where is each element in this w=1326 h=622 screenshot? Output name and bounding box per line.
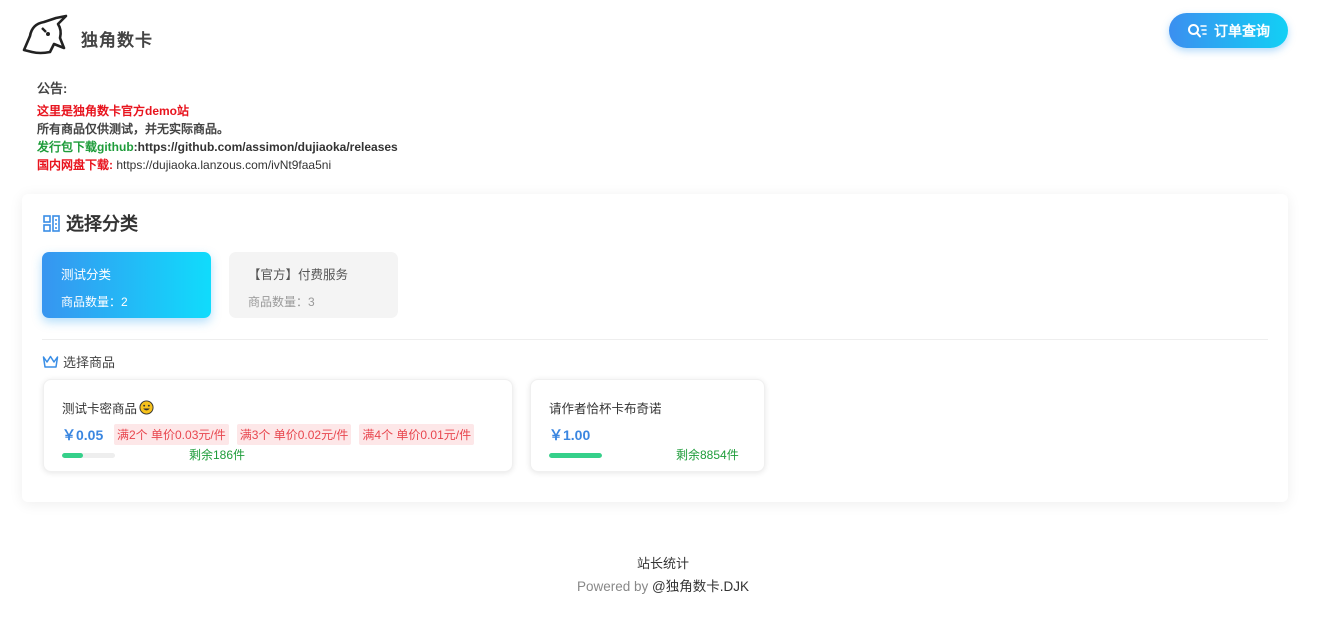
crown-icon bbox=[42, 355, 59, 368]
category-grid-icon bbox=[43, 214, 60, 232]
goods-name-text: 请作者恰杯卡布奇诺 bbox=[549, 402, 662, 416]
category-card-official[interactable]: 【官方】付费服务 商品数量：3 bbox=[229, 252, 398, 318]
stock-remaining: 剩余8854件 bbox=[676, 448, 739, 462]
category-count: 商品数量：2 bbox=[61, 295, 128, 309]
netdisk-label: 国内网盘下载: bbox=[37, 158, 113, 172]
goods-name: 测试卡密商品 bbox=[62, 398, 154, 417]
category-card-test[interactable]: 测试分类 商品数量：2 bbox=[42, 252, 211, 318]
site-footer: 站长统计 Powered by @独角数卡.DJK bbox=[0, 553, 1326, 595]
section-divider bbox=[42, 339, 1268, 340]
smile-emoji-icon bbox=[139, 400, 154, 415]
stock-progress-fill bbox=[549, 453, 602, 458]
powered-brand-link[interactable]: @独角数卡.DJK bbox=[652, 579, 749, 594]
announcement-title: 公告: bbox=[37, 81, 68, 96]
site-header: 独角数卡 订单查询 bbox=[0, 0, 1326, 70]
announcement: 公告: 这里是独角数卡官方demo站 所有商品仅供测试，并无实际商品。 发行包下… bbox=[37, 80, 398, 174]
goods-title-text: 选择商品 bbox=[63, 355, 116, 370]
category-name: 测试分类 bbox=[61, 268, 112, 282]
site-stats-link[interactable]: 站长统计 bbox=[0, 553, 1326, 572]
price-tiers: 满2个 单价0.03元/件 满3个 单价0.02元/件 满4个 单价0.01元/… bbox=[114, 424, 475, 445]
order-query-button[interactable]: 订单查询 bbox=[1169, 13, 1288, 48]
github-label: 发行包下载github bbox=[37, 140, 134, 154]
unicorn-logo-icon[interactable] bbox=[20, 14, 68, 56]
goods-name: 请作者恰杯卡布奇诺 bbox=[549, 398, 662, 417]
stock-progress-fill bbox=[62, 453, 84, 458]
goods-price: ￥0.05 bbox=[62, 427, 104, 443]
goods-card-test-cardkey[interactable]: 测试卡密商品 ￥0.05 满2个 单价0.03元/件 满3个 单价0.02元/件… bbox=[43, 379, 513, 472]
category-name: 【官方】付费服务 bbox=[248, 268, 349, 282]
announcement-line-netdisk: 国内网盘下载: https://dujiaoka.lanzous.com/ivN… bbox=[37, 156, 398, 174]
goods-card-cappuccino[interactable]: 请作者恰杯卡布奇诺 ￥1.00 剩余8854件 bbox=[530, 379, 765, 472]
category-count: 商品数量：3 bbox=[248, 295, 315, 309]
category-section-title: 选择分类 bbox=[43, 210, 138, 236]
search-list-icon bbox=[1188, 23, 1207, 37]
stock-progress-bar bbox=[62, 453, 115, 458]
stock-progress-bar bbox=[549, 453, 602, 458]
announcement-line-test: 所有商品仅供测试，并无实际商品。 bbox=[37, 122, 230, 136]
powered-by: Powered by @独角数卡.DJK bbox=[0, 575, 1326, 595]
announcement-line-github: 发行包下载github:https://github.com/assimon/d… bbox=[37, 138, 398, 156]
powered-prefix: Powered by bbox=[576, 579, 653, 594]
goods-section-title: 选择商品 bbox=[42, 352, 115, 371]
order-query-label: 订单查询 bbox=[1214, 22, 1270, 39]
announcement-line-demo: 这里是独角数卡官方demo站 bbox=[37, 104, 190, 118]
netdisk-link[interactable]: https://dujiaoka.lanzous.com/ivNt9faa5ni bbox=[113, 158, 331, 172]
price-tier-badge: 满4个 单价0.01元/件 bbox=[359, 424, 475, 445]
goods-name-text: 测试卡密商品 bbox=[62, 402, 138, 416]
category-title-text: 选择分类 bbox=[66, 214, 138, 234]
shop-panel: 选择分类 测试分类 商品数量：2 【官方】付费服务 商品数量：3 选择商品 测试… bbox=[22, 194, 1288, 502]
goods-price: ￥1.00 bbox=[549, 427, 591, 443]
price-tier-badge: 满2个 单价0.03元/件 bbox=[114, 424, 229, 445]
price-tier-badge: 满3个 单价0.02元/件 bbox=[236, 424, 352, 445]
github-link[interactable]: :https://github.com/assimon/dujiaoka/rel… bbox=[134, 140, 398, 154]
stock-remaining: 剩余186件 bbox=[189, 448, 246, 462]
site-name[interactable]: 独角数卡 bbox=[81, 26, 153, 51]
